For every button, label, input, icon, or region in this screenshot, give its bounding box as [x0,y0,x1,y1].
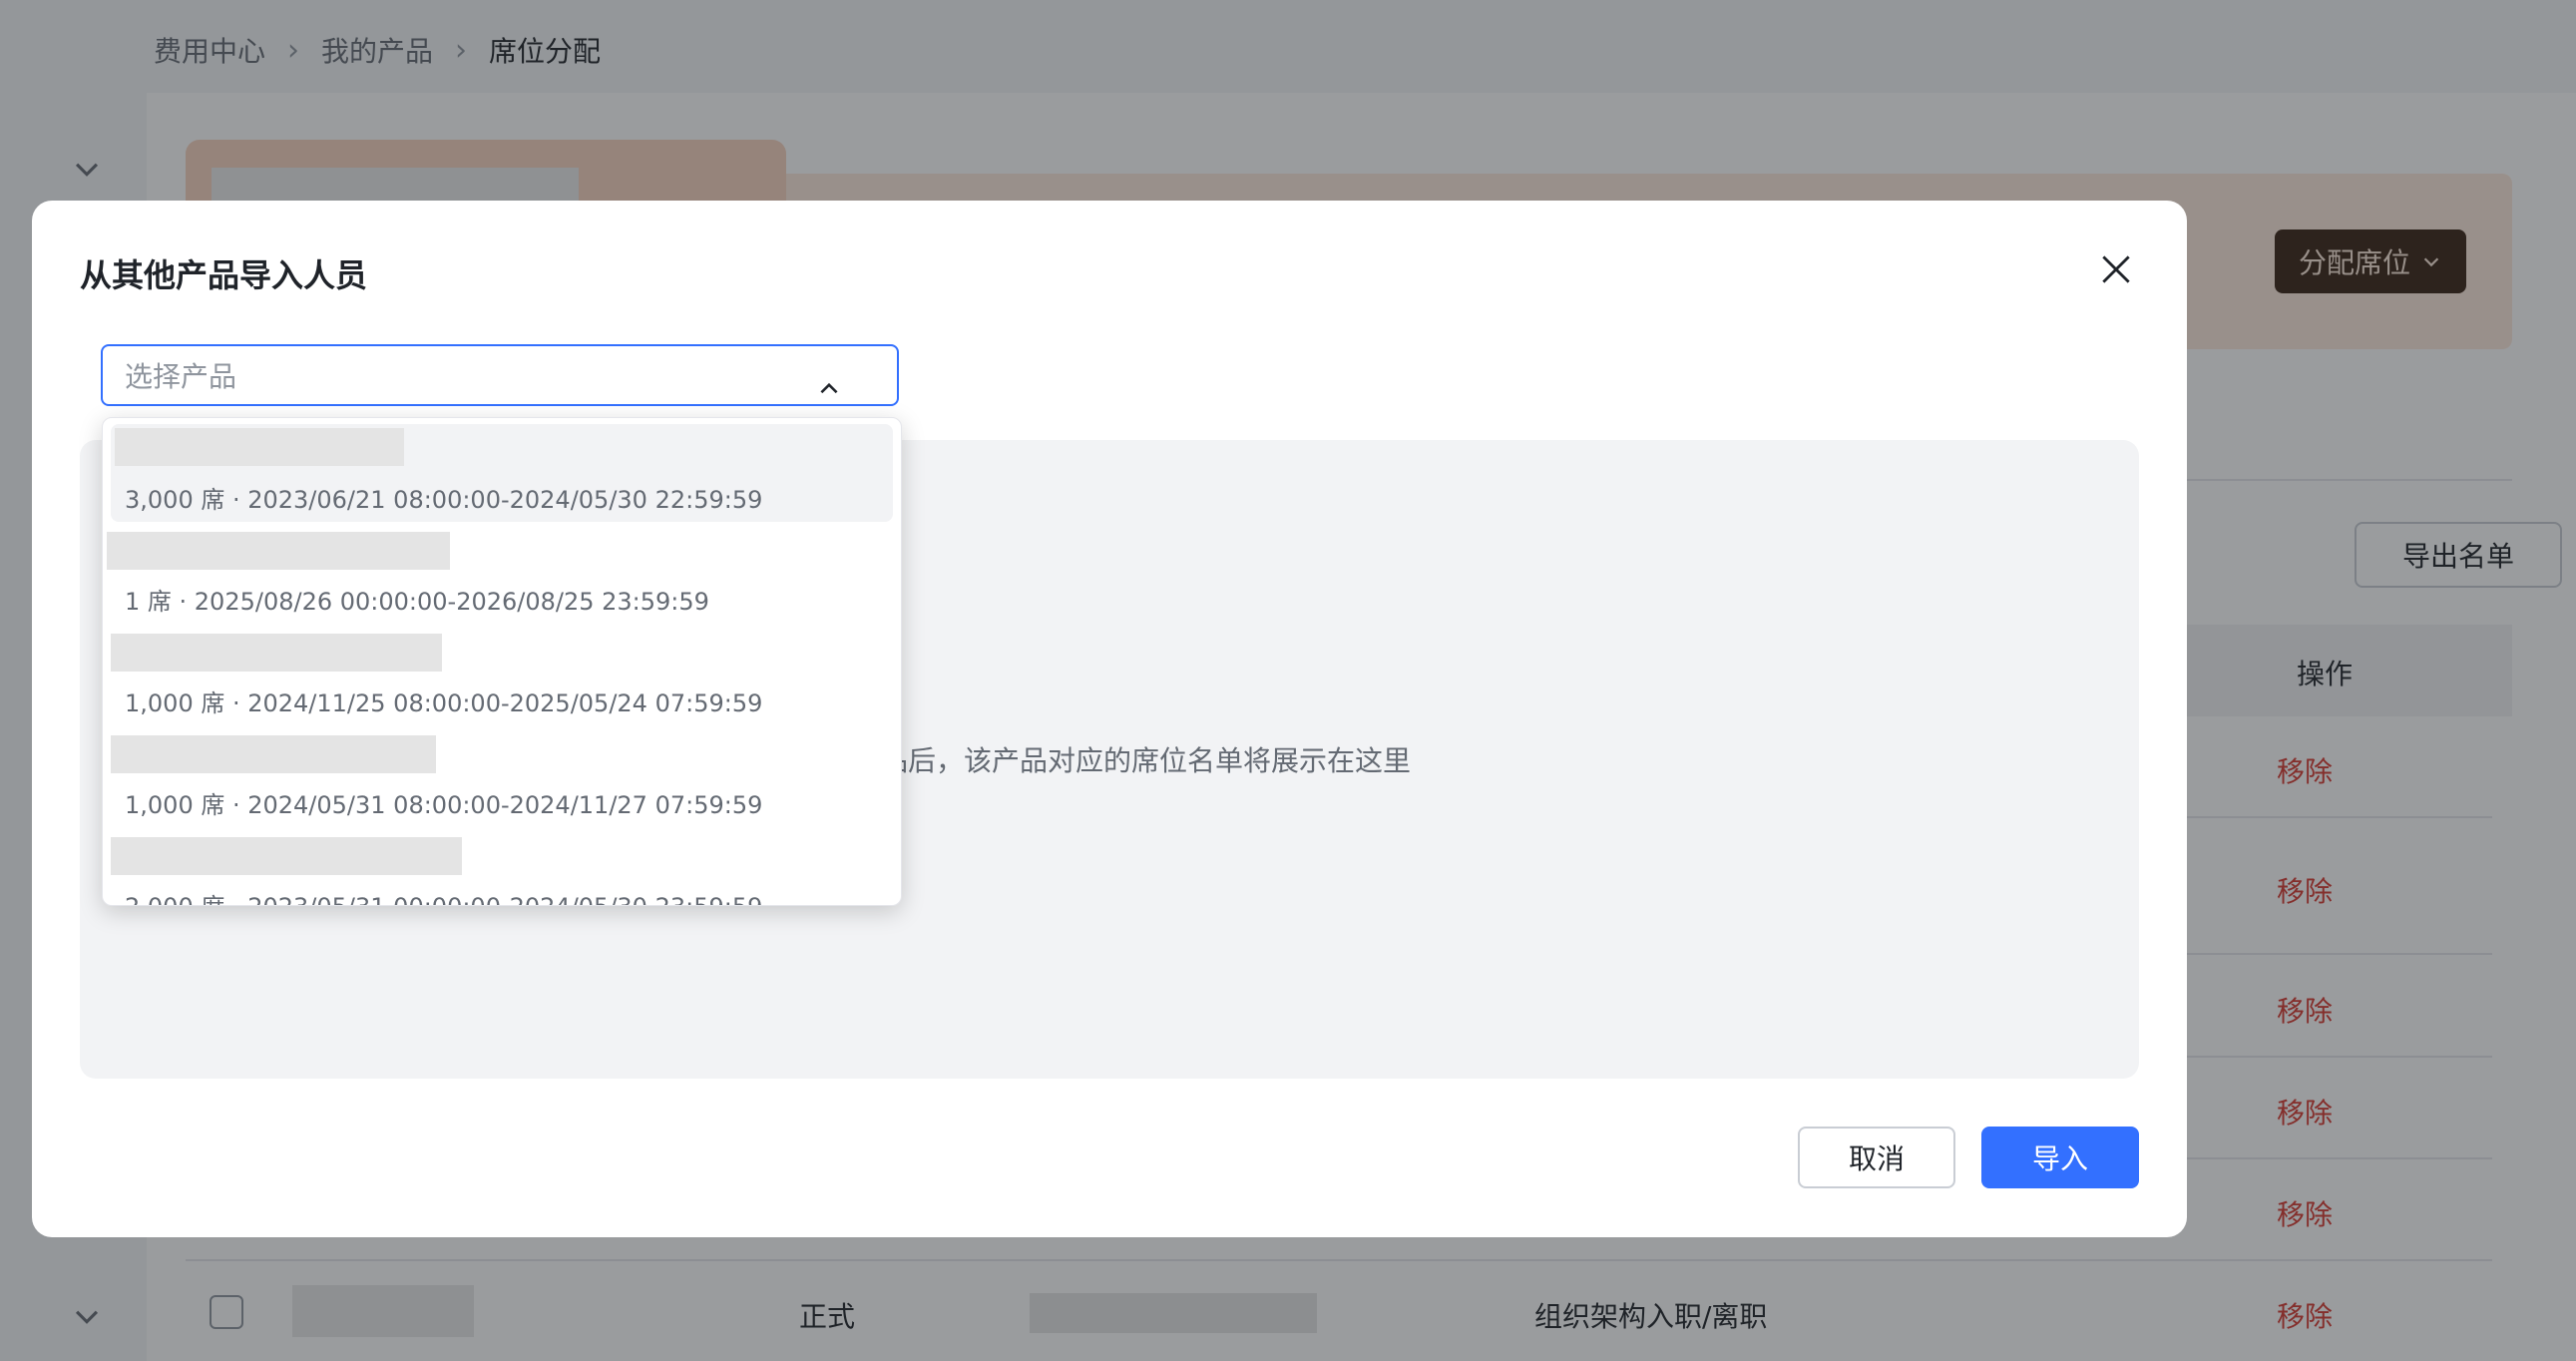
empty-hint-text: 品后，该产品对应的席位名单将展示在这里 [880,744,1412,777]
redacted-product-name [111,634,442,672]
dropdown-option[interactable]: 1,000 席 · 2024/11/25 08:00:00-2025/05/24… [111,628,893,725]
dropdown-option[interactable]: 3,000 席 · 2023/06/21 08:00:00-2024/05/30… [111,424,893,522]
dropdown-option[interactable]: 1 席 · 2025/08/26 00:00:00-2026/08/25 23:… [107,526,893,624]
product-select-input[interactable] [123,346,825,406]
import-people-modal: 从其他产品导入人员 品后，该产品对应的席位名单将展示在这里 3,000 席 · … [32,201,2187,1237]
option-meta: 1 席 · 2025/08/26 00:00:00-2026/08/25 23:… [125,588,709,616]
option-meta: 1,000 席 · 2024/05/31 08:00:00-2024/11/27… [125,791,763,819]
chevron-up-icon[interactable] [816,376,842,402]
close-icon[interactable] [2097,250,2135,288]
option-meta: 2,000 席 · 2023/05/31 00:00:00-2024/05/30… [125,887,762,905]
modal-title: 从其他产品导入人员 [80,256,368,294]
product-select[interactable] [101,344,899,406]
redacted-product-name [111,735,436,773]
cancel-button[interactable]: 取消 [1798,1127,1955,1188]
redacted-product-name [107,532,450,570]
product-dropdown: 3,000 席 · 2023/06/21 08:00:00-2024/05/30… [102,417,902,906]
option-meta: 1,000 席 · 2024/11/25 08:00:00-2025/05/24… [125,689,763,717]
dropdown-option[interactable]: 1,000 席 · 2024/05/31 08:00:00-2024/11/27… [111,729,893,827]
dropdown-option[interactable]: 2,000 席 · 2023/05/31 00:00:00-2024/05/30… [111,831,893,905]
import-button[interactable]: 导入 [1981,1127,2139,1188]
redacted-product-name [111,837,462,875]
option-meta: 3,000 席 · 2023/06/21 08:00:00-2024/05/30… [125,486,763,514]
redacted-product-name [115,428,404,466]
